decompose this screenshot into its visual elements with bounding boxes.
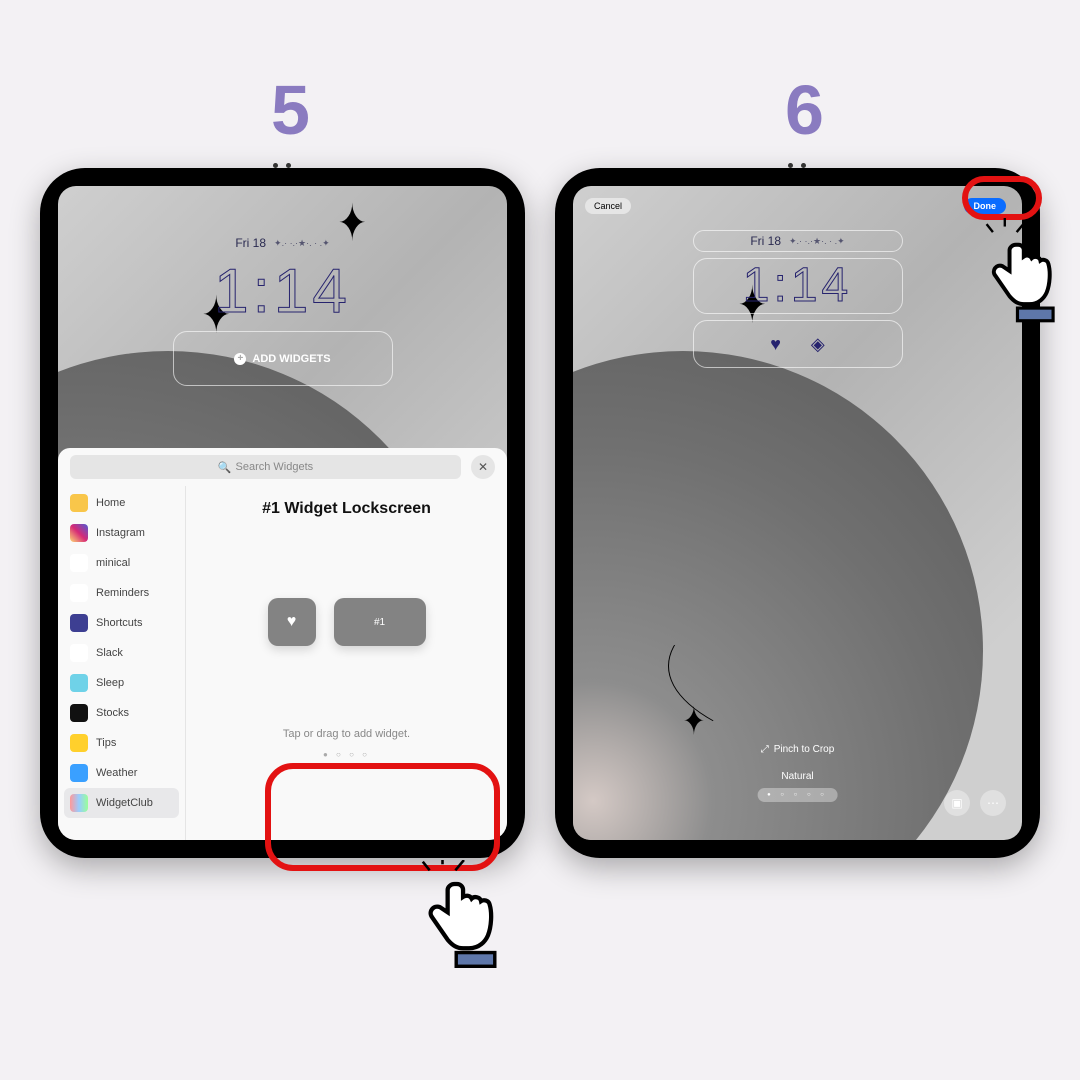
app-item-stocks[interactable]: Stocks <box>64 698 179 728</box>
widget-options-row: ♥ #1 <box>268 598 426 646</box>
sparkle-icon: ✦ <box>338 194 367 254</box>
tap-cursor-icon <box>420 860 525 980</box>
step-number-6: 6 <box>785 70 824 150</box>
app-list-sidebar[interactable]: Home Instagram minical Reminders Shortcuts Sl… <box>58 486 186 840</box>
app-icon <box>70 704 88 722</box>
lock-clock: 1:14 <box>214 256 351 327</box>
app-item-tips[interactable]: Tips <box>64 728 179 758</box>
front-camera <box>238 158 328 170</box>
photos-button[interactable]: ▣ <box>944 790 970 816</box>
heart-widget-icon: ♥ <box>770 334 781 355</box>
app-item-reminders[interactable]: Reminders <box>64 578 179 608</box>
app-label: minical <box>96 557 130 569</box>
date-widget-slot[interactable]: Fri 18 ✦.· ·.·★·. · .✦ <box>693 230 903 252</box>
cancel-button[interactable]: Cancel <box>585 198 631 214</box>
filter-pager[interactable]: ● ○ ○ ○ ○ <box>757 788 838 802</box>
plus-icon: + <box>234 353 246 365</box>
widget-title: #1 Widget Lockscreen <box>262 500 431 518</box>
diamond-widget-icon: ◈ <box>811 334 825 355</box>
done-button[interactable]: Done <box>964 198 1007 214</box>
wallpaper-planet <box>573 351 983 840</box>
app-icon <box>70 614 88 632</box>
app-icon <box>70 644 88 662</box>
app-label: Reminders <box>96 587 149 599</box>
ipad-step-6: ✦ ✦ Cancel Done Fri 18 ✦.· ·.·★·. · .✦ 1… <box>555 168 1040 858</box>
app-label: Tips <box>96 737 116 749</box>
front-camera <box>753 158 843 170</box>
app-item-instagram[interactable]: Instagram <box>64 518 179 548</box>
picker-hint: Tap or drag to add widget. <box>283 728 410 740</box>
app-icon <box>70 734 88 752</box>
app-icon <box>70 794 88 812</box>
more-button[interactable]: ⋯ <box>980 790 1006 816</box>
lock-date: Fri 18 ✦.· ·.·★·. · .✦ <box>235 236 329 250</box>
widget-slot[interactable]: ♥ ◈ <box>693 320 903 368</box>
app-label: Shortcuts <box>96 617 142 629</box>
app-icon <box>70 494 88 512</box>
app-item-home[interactable]: Home <box>64 488 179 518</box>
app-label: Home <box>96 497 125 509</box>
add-widgets-button[interactable]: + ADD WIDGETS <box>173 331 393 386</box>
widget-option-small[interactable]: ♥ <box>268 598 316 646</box>
clock-slot[interactable]: 1:14 <box>693 258 903 314</box>
app-icon <box>70 674 88 692</box>
widget-option-wide[interactable]: #1 <box>334 598 426 646</box>
widget-picker-sheet: 🔍 Search Widgets ✕ Home Instagram minical R… <box>58 448 507 840</box>
app-item-widgetclub[interactable]: WidgetClub <box>64 788 179 818</box>
app-label: Weather <box>96 767 137 779</box>
pinch-to-crop-label: ⤢ Pinch to Crop <box>761 744 835 755</box>
app-label: Slack <box>96 647 123 659</box>
app-label: Sleep <box>96 677 124 689</box>
app-icon <box>70 764 88 782</box>
filter-name: Natural <box>781 771 813 782</box>
app-item-weather[interactable]: Weather <box>64 758 179 788</box>
app-item-sleep[interactable]: Sleep <box>64 668 179 698</box>
step-number-5: 5 <box>271 70 310 150</box>
crop-icon: ⤢ <box>761 744 769 755</box>
app-item-slack[interactable]: Slack <box>64 638 179 668</box>
app-item-minical[interactable]: minical <box>64 548 179 578</box>
search-widgets-input[interactable]: 🔍 Search Widgets <box>70 455 461 479</box>
app-item-shortcuts[interactable]: Shortcuts <box>64 608 179 638</box>
app-label: Instagram <box>96 527 145 539</box>
page-indicator: ● ○ ○ ○ <box>323 750 370 759</box>
widget-preview-pane: #1 Widget Lockscreen ♥ #1 Tap or drag to… <box>186 486 507 840</box>
search-icon: 🔍 <box>218 461 232 474</box>
app-icon <box>70 524 88 542</box>
app-label: WidgetClub <box>96 797 153 809</box>
close-sheet-button[interactable]: ✕ <box>471 455 495 479</box>
lock-screen-edit-done: ✦ ✦ Cancel Done Fri 18 ✦.· ·.·★·. · .✦ 1… <box>573 186 1022 840</box>
app-icon <box>70 554 88 572</box>
lock-screen-editing: ✦ ✦ Fri 18 ✦.· ·.·★·. · .✦ 1:14 + ADD WI… <box>58 186 507 840</box>
app-label: Stocks <box>96 707 129 719</box>
ipad-step-5: ✦ ✦ Fri 18 ✦.· ·.·★·. · .✦ 1:14 + ADD WI… <box>40 168 525 858</box>
app-icon <box>70 584 88 602</box>
sparkle-icon: ✦ <box>683 698 705 745</box>
